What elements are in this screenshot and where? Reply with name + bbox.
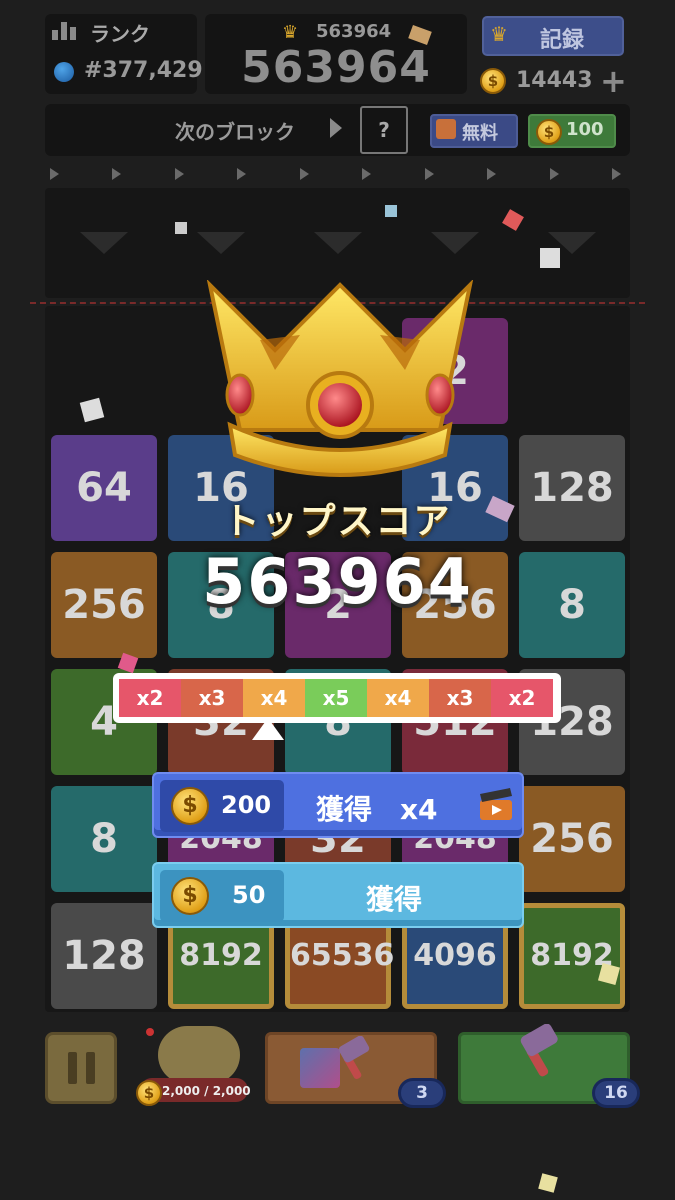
free-label: 無料 [462,123,498,144]
play-arrow-icon [330,118,342,138]
drop-column-3[interactable] [314,232,362,254]
top-score-value: 563964 [202,545,473,618]
crown-icon: ♛ [490,22,508,46]
clapperboard-icon [480,788,512,820]
ad-reward-amount: 200 [221,791,272,819]
claim-label: 獲得 [366,883,423,916]
rank-label: ランク [90,22,150,46]
coin-icon: $ [480,68,506,94]
claim-ad-label: 獲得 x4 [316,793,438,826]
multiplier-cell: x4 [243,679,305,717]
multiplier-pointer-icon [252,718,284,740]
multiplier-cell: x2 [119,679,181,717]
multiplier-cell: x4 [367,679,429,717]
best-score: 563964 [316,21,392,42]
crown-icon [206,280,474,477]
multiplier-cell: x2 [491,679,553,717]
pause-button[interactable] [45,1032,117,1104]
coin-icon: $ [171,787,209,825]
hammer-icon [520,1024,558,1077]
coin-icon: $ [171,877,209,915]
tile: 128 [51,903,157,1009]
hammer2-count: 16 [592,1078,640,1108]
crown-icon: ♛ [282,22,299,43]
price-label: 100 [566,119,604,140]
column-arrow-icon [612,168,621,180]
column-arrow-icon [487,168,496,180]
hammer1-count: 3 [398,1078,446,1108]
column-arrow-icon [300,168,309,180]
column-arrow-icon [550,168,559,180]
column-arrow-icon [50,168,59,180]
rank-bars-icon [52,22,76,40]
record-label: 記録 [540,28,585,53]
confetti [385,205,397,217]
tile: 8192 [519,903,625,1009]
drop-column-1[interactable] [80,232,128,254]
next-block-label: 次のブロック [175,120,295,144]
coin-icon: $ [536,119,562,145]
column-arrow-icon [362,168,371,180]
column-arrow-icon [237,168,246,180]
coin-count: 14443 [516,68,593,93]
globe-icon [54,62,74,82]
coin-icon: $ [136,1080,162,1106]
multiplier-cell: x3 [181,679,243,717]
multiplier-cell: x3 [429,679,491,717]
column-arrow-icon [112,168,121,180]
hammer-icon [338,1036,370,1080]
notification-dot [146,1028,154,1036]
column-arrow-icon [425,168,434,180]
drop-column-2[interactable] [197,232,245,254]
confetti [175,222,187,234]
confetti [540,248,560,268]
pause-icon [86,1052,95,1084]
column-arrow-icon [175,168,184,180]
drop-column-4[interactable] [431,232,479,254]
tile: 8 [51,786,157,892]
basic-reward-amount: 50 [232,881,266,909]
pause-icon [68,1052,77,1084]
top-score-title: トップスコア [223,501,452,542]
rank-value: #377,429 [84,58,203,83]
piggy-amount: 2,000 / 2,000 [162,1084,251,1098]
piggy-bank-icon[interactable] [158,1026,240,1084]
next-block-preview: ? [360,106,408,154]
tile: 256 [519,786,625,892]
clapperboard-icon [436,119,456,139]
current-score: 563964 [241,42,431,93]
add-coins-button[interactable]: + [600,62,627,100]
multiplier-cell: x5 [305,679,367,717]
confetti [538,1173,558,1193]
